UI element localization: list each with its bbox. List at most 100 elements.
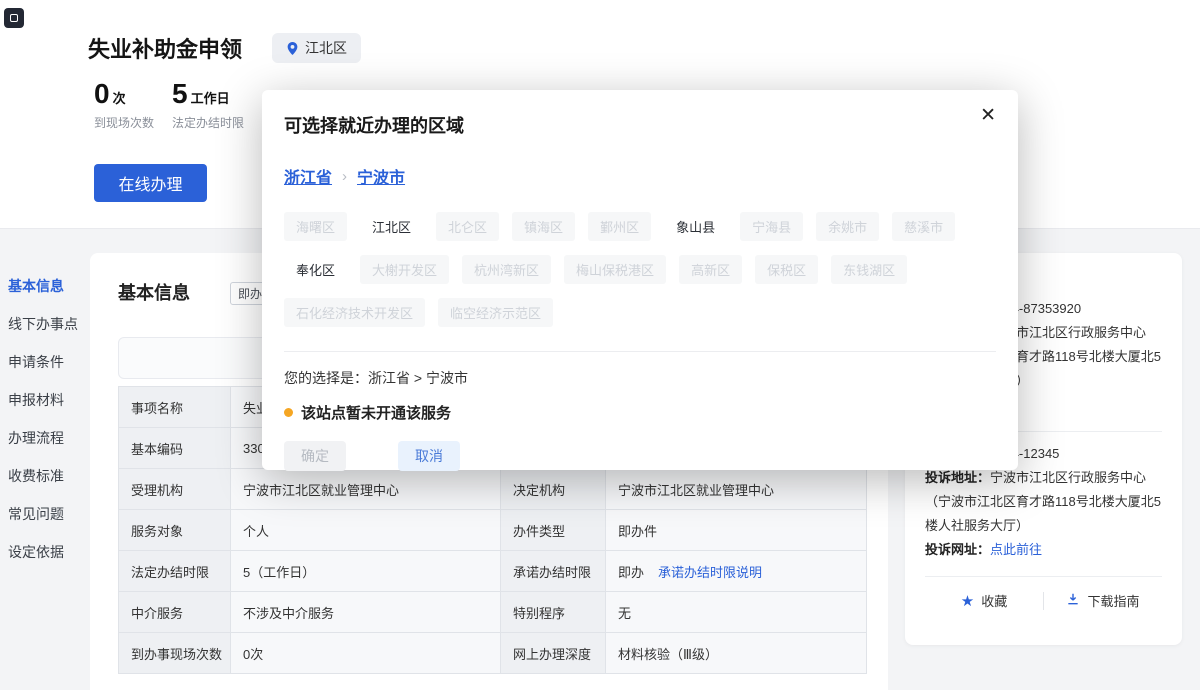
field-label: 到办事现场次数 (119, 633, 231, 674)
field-value: 宁波市江北区就业管理中心 (231, 469, 501, 510)
anchor-nav: 基本信息线下办事点申请条件申报材料办理流程收费标准常见问题设定依据 (0, 267, 88, 571)
field-label: 基本编码 (119, 428, 231, 469)
stat-visits: 0 次 到现场次数 (94, 78, 154, 131)
table-row: 受理机构宁波市江北区就业管理中心决定机构宁波市江北区就业管理中心 (119, 469, 867, 510)
download-guide-button[interactable]: 下载指南 (1044, 591, 1162, 610)
section-title: 基本信息 (118, 279, 190, 305)
region-button[interactable]: 慈溪市 (892, 212, 955, 241)
service-notice: 该站点暂未开通该服务 (284, 402, 996, 423)
location-pin-icon (286, 41, 299, 56)
notice-text: 该站点暂未开通该服务 (301, 402, 451, 423)
selection-label: 您的选择是： (284, 370, 368, 386)
field-value: 不涉及中介服务 (231, 592, 501, 633)
sidebar-item[interactable]: 申请条件 (0, 343, 88, 381)
sidebar-item[interactable]: 办理流程 (0, 419, 88, 457)
region-button[interactable]: 大榭开发区 (360, 255, 449, 284)
complaint-address-line: 投诉地址：宁波市江北区行政服务中心（宁波市江北区育才路118号北楼大厦北5楼人社… (925, 466, 1162, 538)
stat-label: 到现场次数 (94, 114, 154, 131)
sidebar-item[interactable]: 申报材料 (0, 381, 88, 419)
breadcrumb-city[interactable]: 宁波市 (357, 164, 405, 188)
breadcrumb: 浙江省 › 宁波市 (284, 164, 996, 188)
region-button[interactable]: 海曙区 (284, 212, 347, 241)
sidebar-item[interactable]: 设定依据 (0, 533, 88, 571)
download-label: 下载指南 (1087, 591, 1139, 610)
region-button[interactable]: 奉化区 (284, 255, 347, 284)
location-selector[interactable]: 江北区 (272, 33, 361, 63)
field-label: 事项名称 (119, 387, 231, 428)
complaint-url-line: 投诉网址：点此前往 (925, 538, 1162, 562)
close-icon[interactable]: ✕ (980, 106, 996, 125)
favorite-button[interactable]: ★ 收藏 (925, 591, 1043, 610)
region-button[interactable]: 镇海区 (512, 212, 575, 241)
complaint-address-label: 投诉地址： (925, 470, 990, 485)
field-label: 中介服务 (119, 592, 231, 633)
complaint-url-link[interactable]: 点此前往 (990, 542, 1042, 557)
region-button[interactable]: 象山县 (664, 212, 727, 241)
region-button[interactable]: 临空经济示范区 (438, 298, 553, 327)
table-row: 到办事现场次数0次网上办理深度材料核验（Ⅲ级） (119, 633, 867, 674)
modal-actions: 确定 取消 (284, 441, 996, 471)
field-value: 即办承诺办结时限说明 (606, 551, 867, 592)
field-value: 宁波市江北区就业管理中心 (606, 469, 867, 510)
field-value: 个人 (231, 510, 501, 551)
stat-unit: 工作日 (191, 88, 230, 107)
cancel-button[interactable]: 取消 (398, 441, 460, 471)
field-value: 材料核验（Ⅲ级） (606, 633, 867, 674)
app-corner-icon[interactable] (4, 8, 24, 28)
sidebar-item[interactable]: 常见问题 (0, 495, 88, 533)
field-label: 承诺办结时限 (501, 551, 606, 592)
sidebar-item[interactable]: 收费标准 (0, 457, 88, 495)
table-row: 服务对象个人办件类型即办件 (119, 510, 867, 551)
field-label: 受理机构 (119, 469, 231, 510)
field-label: 办件类型 (501, 510, 606, 551)
region-button[interactable]: 北仑区 (436, 212, 499, 241)
selection-summary: 您的选择是：浙江省 > 宁波市 (284, 368, 996, 388)
field-label: 服务对象 (119, 510, 231, 551)
modal-title: 可选择就近办理的区域 (284, 112, 996, 138)
page-title: 失业补助金申领 (88, 32, 242, 64)
stat-unit: 次 (113, 88, 126, 107)
selection-value: 浙江省 > 宁波市 (368, 370, 468, 386)
confirm-button[interactable]: 确定 (284, 441, 346, 471)
stat-value: 5 (172, 78, 188, 110)
field-label: 法定办结时限 (119, 551, 231, 592)
star-icon: ★ (961, 592, 974, 610)
region-button[interactable]: 石化经济技术开发区 (284, 298, 425, 327)
chevron-right-icon: › (342, 168, 347, 185)
sidebar-item[interactable]: 线下办事点 (0, 305, 88, 343)
region-button[interactable]: 杭州湾新区 (462, 255, 551, 284)
field-label: 网上办理深度 (501, 633, 606, 674)
download-icon (1066, 592, 1080, 609)
region-button[interactable]: 宁海县 (740, 212, 803, 241)
stat-value: 0 (94, 78, 110, 110)
region-button[interactable]: 保税区 (755, 255, 818, 284)
table-row: 法定办结时限5（工作日）承诺办结时限即办承诺办结时限说明 (119, 551, 867, 592)
field-value: 0次 (231, 633, 501, 674)
inline-link[interactable]: 承诺办结时限说明 (658, 565, 762, 580)
region-select-modal: 可选择就近办理的区域 ✕ 浙江省 › 宁波市 海曙区江北区北仑区镇海区鄞州区象山… (262, 90, 1018, 470)
favorite-label: 收藏 (981, 591, 1007, 610)
field-label: 特别程序 (501, 592, 606, 633)
region-button[interactable]: 余姚市 (816, 212, 879, 241)
region-button[interactable]: 东钱湖区 (831, 255, 907, 284)
field-value: 无 (606, 592, 867, 633)
card-actions: ★ 收藏 下载指南 (925, 591, 1162, 610)
region-button[interactable]: 江北区 (360, 212, 423, 241)
region-button[interactable]: 梅山保税港区 (564, 255, 666, 284)
complaint-url-label: 投诉网址： (925, 542, 990, 557)
modal-divider (284, 351, 996, 352)
region-button[interactable]: 高新区 (679, 255, 742, 284)
location-label: 江北区 (305, 38, 347, 58)
field-value: 5（工作日） (231, 551, 501, 592)
region-button[interactable]: 鄞州区 (588, 212, 651, 241)
breadcrumb-province[interactable]: 浙江省 (284, 164, 332, 188)
table-row: 中介服务不涉及中介服务特别程序无 (119, 592, 867, 633)
warning-dot-icon (284, 408, 293, 417)
field-value: 即办件 (606, 510, 867, 551)
page: 失业补助金申领 江北区 0 次 到现场次数 5 工作日 法定办结时限 在线办理 … (0, 0, 1200, 690)
sidebar-item[interactable]: 基本信息 (0, 267, 88, 305)
divider (925, 576, 1162, 577)
stat-label: 法定办结时限 (172, 114, 244, 131)
online-apply-button[interactable]: 在线办理 (94, 164, 207, 202)
stat-deadline: 5 工作日 法定办结时限 (172, 78, 244, 131)
